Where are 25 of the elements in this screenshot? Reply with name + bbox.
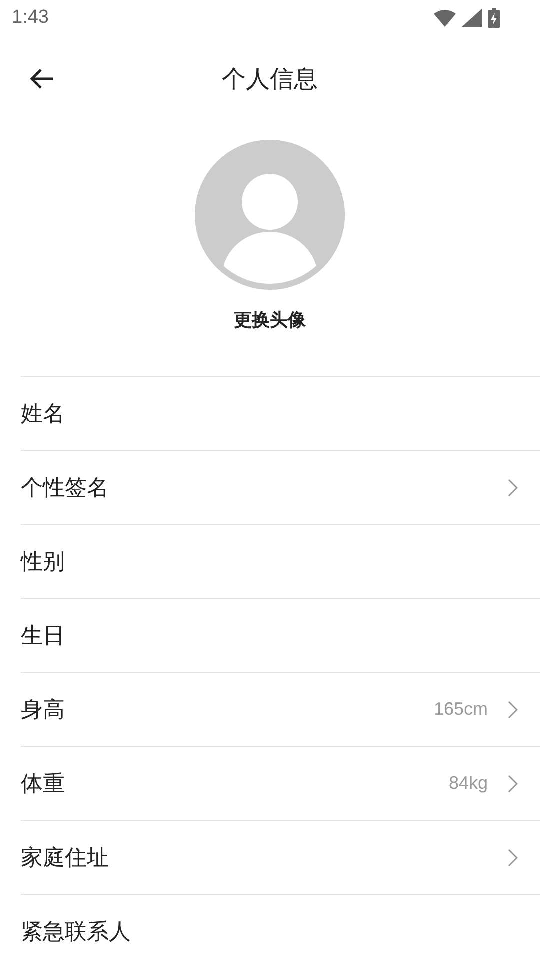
profile-row[interactable]: 个性签名 <box>21 451 540 525</box>
wifi-icon <box>434 9 456 27</box>
row-label: 生日 <box>21 622 66 650</box>
row-label: 身高 <box>21 696 66 724</box>
profile-row[interactable]: 紧急联系人 <box>21 895 540 960</box>
change-avatar-link[interactable]: 更换头像 <box>234 308 306 332</box>
back-arrow-icon[interactable] <box>29 68 55 90</box>
profile-row[interactable]: 体重 84kg <box>21 747 540 821</box>
row-label: 性别 <box>21 548 66 576</box>
page-title: 个人信息 <box>222 64 318 95</box>
profile-row[interactable]: 生日 <box>21 599 540 673</box>
profile-row[interactable]: 家庭住址 <box>21 821 540 895</box>
profile-row[interactable]: 身高 165cm <box>21 673 540 747</box>
signal-icon <box>462 9 482 27</box>
status-time: 1:43 <box>12 7 49 29</box>
row-label: 家庭住址 <box>21 844 110 872</box>
row-label: 个性签名 <box>21 474 110 502</box>
row-label: 姓名 <box>21 400 66 428</box>
row-value: 165cm <box>434 699 488 720</box>
battery-icon <box>488 8 500 28</box>
row-value: 84kg <box>448 773 488 794</box>
row-label: 体重 <box>21 770 66 798</box>
profile-row[interactable]: 姓名 <box>21 377 540 451</box>
row-label: 紧急联系人 <box>21 918 132 946</box>
profile-row[interactable]: 性别 <box>21 525 540 599</box>
